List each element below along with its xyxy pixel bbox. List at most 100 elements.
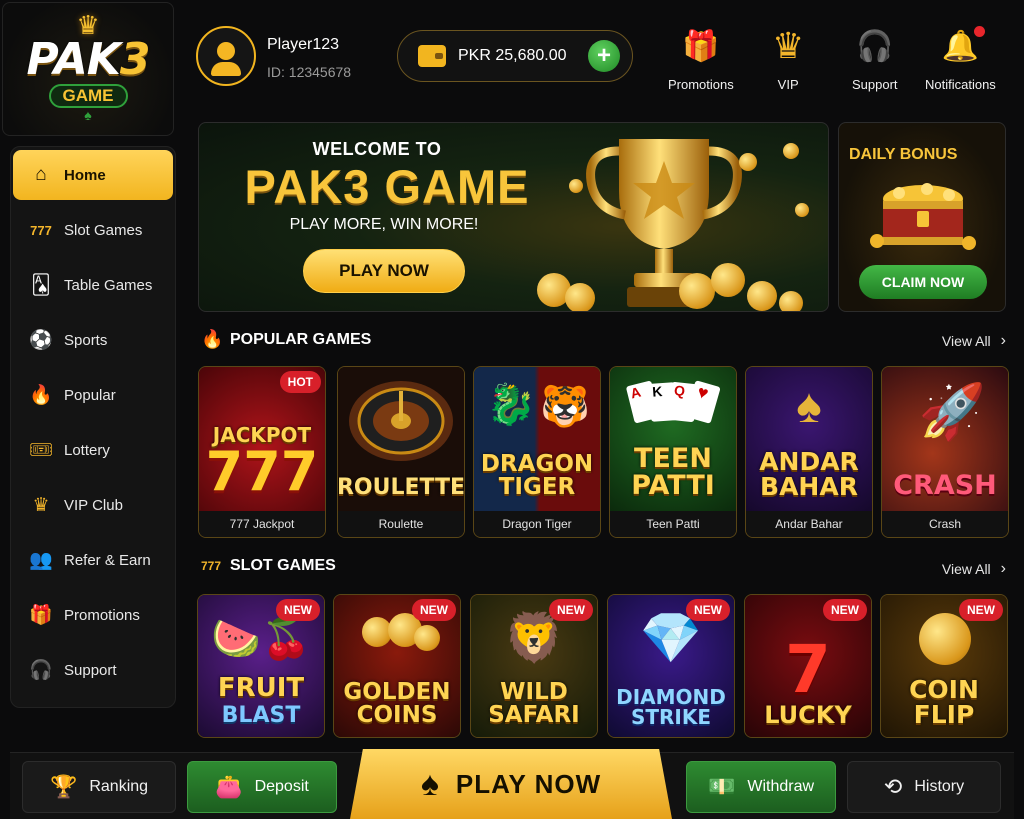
game-art: ♠ ANDAR BAHAR bbox=[746, 367, 872, 511]
playing-cards-icon: A K Q ♥ bbox=[625, 380, 721, 424]
chevron-right-icon: › bbox=[1000, 560, 1006, 577]
slot-art-line1: FRUIT bbox=[217, 673, 305, 703]
game-art-text: WILD SAFARI bbox=[488, 681, 580, 727]
roulette-wheel-icon bbox=[349, 381, 453, 461]
avatar[interactable] bbox=[196, 26, 256, 86]
deposit-button[interactable]: 👛 Deposit bbox=[187, 761, 337, 813]
game-card-teen-patti[interactable]: A K Q ♥ TEEN PATTI Teen Patti bbox=[609, 366, 737, 538]
slot-card-fruit-blast[interactable]: 🍉🍒 FRUIT BLAST NEW bbox=[197, 594, 325, 738]
ticket-icon: 🎟 bbox=[28, 440, 54, 461]
coin-icon bbox=[747, 281, 777, 311]
coin-icon bbox=[779, 291, 803, 311]
history-label: History bbox=[914, 778, 965, 795]
history-button[interactable]: ⟲ History bbox=[847, 761, 1001, 813]
banner-tagline: PLAY MORE, WIN MORE! bbox=[289, 216, 479, 233]
ranking-button[interactable]: 🏆 Ranking bbox=[22, 761, 176, 813]
sidebar-item-sports[interactable]: ⚽ Sports bbox=[13, 315, 173, 365]
play-now-label: PLAY NOW bbox=[455, 768, 602, 799]
claim-now-button[interactable]: CLAIM NOW bbox=[859, 265, 987, 299]
user-name: Player123 bbox=[267, 36, 340, 53]
soccer-ball-icon: ⚽ bbox=[29, 330, 53, 351]
sidebar-item-label: Slot Games bbox=[64, 221, 143, 239]
slot-card-lucky-7[interactable]: 7 LUCKY NEW bbox=[744, 594, 872, 738]
sidebar-item-label: Promotions bbox=[64, 606, 140, 624]
crown-icon: ♛ bbox=[772, 25, 805, 66]
slot-card-coin-flip[interactable]: COIN FLIP NEW bbox=[880, 594, 1008, 738]
add-funds-button[interactable]: + bbox=[588, 40, 620, 72]
welcome-banner: WELCOME TO PAK3 GAME PLAY MORE, WIN MORE… bbox=[198, 122, 829, 312]
topnav-vip[interactable]: ♛ VIP bbox=[772, 25, 805, 92]
topnav-label: Support bbox=[852, 77, 898, 92]
game-card-777-jackpot[interactable]: JACKPOT 777 HOT 777 Jackpot bbox=[198, 366, 326, 538]
sidebar-item-popular[interactable]: 🔥 Popular bbox=[13, 370, 173, 420]
view-all-label: View All bbox=[941, 333, 991, 349]
sidebar-item-slot-games[interactable]: 777 Slot Games bbox=[13, 205, 173, 255]
slot-icon: 777 bbox=[30, 222, 52, 238]
headset-icon: 🎧 bbox=[856, 29, 894, 63]
withdraw-label: Withdraw bbox=[747, 778, 815, 795]
slot-card-golden-coins[interactable]: GOLDEN COINS NEW bbox=[333, 594, 461, 738]
user-icon bbox=[217, 42, 235, 60]
section-title: POPULAR GAMES bbox=[230, 330, 372, 348]
sidebar-item-label: Refer & Earn bbox=[64, 551, 151, 569]
game-art-text: GOLDEN COINS bbox=[343, 681, 450, 727]
topnav-label: Promotions bbox=[668, 77, 734, 92]
sidebar-item-promotions[interactable]: 🎁 Promotions bbox=[13, 590, 173, 640]
view-all-label: View All bbox=[941, 561, 991, 577]
topnav-support[interactable]: 🎧 Support bbox=[852, 26, 898, 93]
slot-icon: 777 bbox=[201, 559, 222, 573]
popular-view-all-link[interactable]: View All › bbox=[942, 332, 1006, 350]
slot-art-line1: 7 bbox=[785, 631, 831, 708]
sidebar-item-lottery[interactable]: 🎟 Lottery bbox=[13, 425, 173, 475]
game-name: Andar Bahar bbox=[746, 511, 872, 537]
slot-card-wild-safari[interactable]: 🦁 WILD SAFARI NEW bbox=[470, 594, 598, 738]
game-card-andar-bahar[interactable]: ♠ ANDAR BAHAR Andar Bahar bbox=[745, 366, 873, 538]
new-badge: NEW bbox=[276, 599, 320, 621]
game-art: A K Q ♥ TEEN PATTI bbox=[610, 367, 736, 511]
user-id: ID: 12345678 bbox=[267, 64, 352, 80]
play-now-button[interactable]: ♠ PLAY NOW bbox=[350, 749, 672, 819]
topnav-notifications[interactable]: 🔔 Notifications bbox=[925, 26, 996, 92]
sidebar-item-refer-earn[interactable]: 👥 Refer & Earn bbox=[13, 535, 173, 585]
spade-icon: ♠ bbox=[420, 764, 440, 803]
dragon-icon: 🐉 bbox=[486, 383, 536, 427]
daily-bonus-card: DAILY BONUS CLAIM NOW bbox=[838, 122, 1006, 312]
slots-view-all-link[interactable]: View All › bbox=[942, 560, 1006, 578]
spade-icon: ♠ bbox=[84, 107, 92, 123]
history-icon: ⟲ bbox=[883, 774, 903, 799]
game-card-roulette[interactable]: ROULETTE Roulette bbox=[337, 366, 465, 538]
slot-art-line2: BLAST bbox=[221, 703, 301, 728]
balance-amount: PKR 25,680.00 bbox=[458, 47, 567, 64]
game-art-text: TEEN PATTI bbox=[631, 443, 715, 501]
deposit-label: Deposit bbox=[254, 778, 309, 795]
slot-card-diamond-strike[interactable]: 💎 DIAMOND STRIKE NEW bbox=[607, 594, 735, 738]
game-card-dragon-tiger[interactable]: 🐉 🐯 DRAGON TIGER Dragon Tiger bbox=[473, 366, 601, 538]
coin-icon bbox=[414, 625, 440, 651]
coin-icon bbox=[919, 613, 971, 665]
game-name: 777 Jackpot bbox=[199, 511, 325, 537]
withdraw-button[interactable]: 💵 Withdraw bbox=[686, 761, 836, 813]
notification-dot bbox=[974, 26, 986, 37]
slot-art-line2: FLIP bbox=[913, 700, 975, 729]
banner-play-now-button[interactable]: PLAY NOW bbox=[303, 249, 465, 293]
logo[interactable]: ♛ PAK3 GAME ♠ bbox=[2, 2, 174, 136]
sidebar-item-table-games[interactable]: 🂡 Table Games bbox=[13, 260, 173, 310]
bottom-bar: 🏆 Ranking 👛 Deposit ♠ PLAY NOW 💵 Withdra… bbox=[10, 749, 1014, 819]
game-art-text: ANDAR BAHAR bbox=[759, 447, 859, 501]
slot-art-line2: COINS bbox=[356, 702, 438, 728]
hot-badge: HOT bbox=[279, 371, 321, 393]
game-card-crash[interactable]: 🚀 CRASH Crash bbox=[881, 366, 1009, 538]
fruit-icon: 🍉🍒 bbox=[211, 617, 311, 661]
sidebar-item-vip-club[interactable]: ♛ VIP Club bbox=[13, 480, 173, 530]
wallet-icon bbox=[418, 45, 446, 67]
coin-icon bbox=[795, 203, 809, 217]
section-title: SLOT GAMES bbox=[230, 557, 336, 574]
logo-brand-left: PAK bbox=[26, 34, 121, 85]
sidebar-item-home[interactable]: ⌂ Home bbox=[13, 150, 173, 200]
balance-pill: PKR 25,680.00 + bbox=[397, 30, 633, 82]
sidebar-item-support[interactable]: 🎧 Support bbox=[13, 645, 173, 695]
topnav-promotions[interactable]: 🎁 Promotions bbox=[668, 26, 734, 93]
logo-brand: PAK3 bbox=[27, 38, 151, 82]
coin-icon bbox=[739, 153, 757, 171]
user-icon-body bbox=[211, 62, 241, 76]
